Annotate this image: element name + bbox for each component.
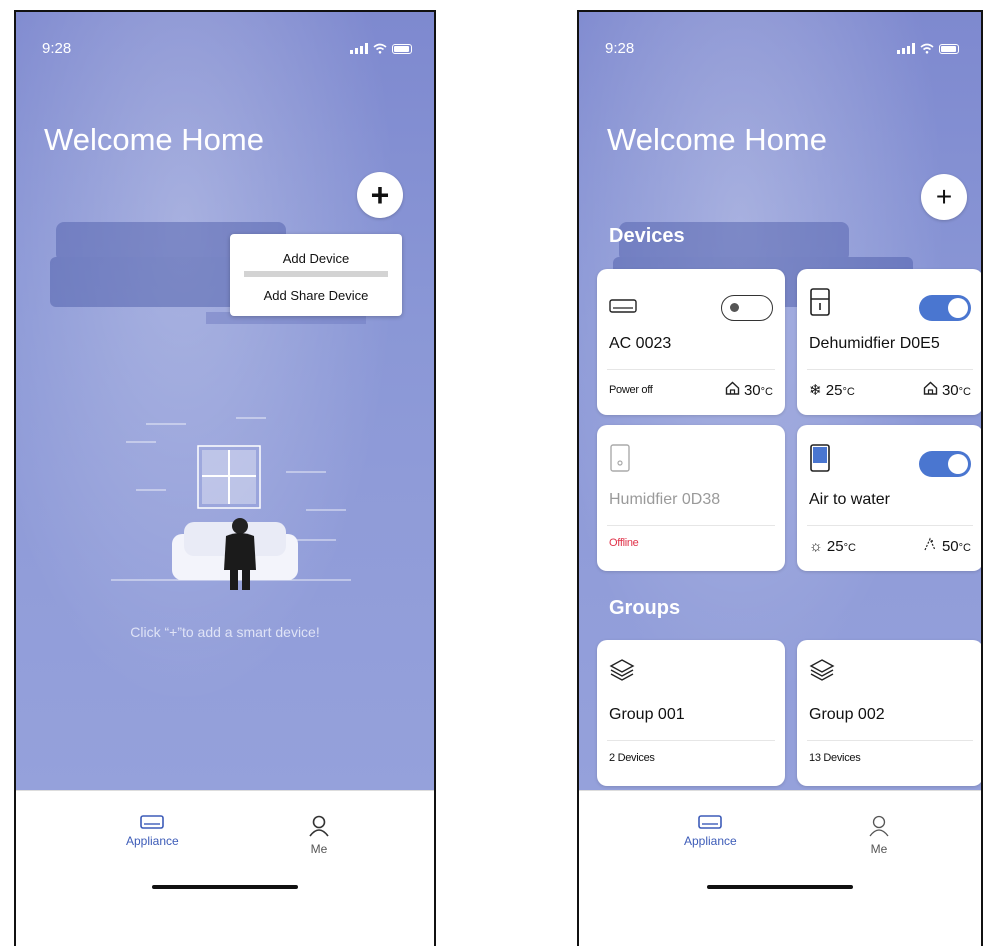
layers-icon	[809, 659, 835, 681]
power-toggle[interactable]	[919, 295, 971, 321]
device-name: Humidfier 0D38	[609, 491, 721, 508]
humidifier-icon	[610, 444, 630, 472]
page-title: Welcome Home	[44, 122, 264, 157]
empty-state-illustration	[111, 417, 351, 590]
device-card-ac[interactable]: AC 0023 Power off 30°C	[597, 269, 785, 415]
status-bar: 9:28	[605, 40, 959, 57]
group-card[interactable]: Group 001 2 Devices	[597, 640, 785, 786]
set-temperature: ❄ 25°C	[809, 382, 855, 399]
group-device-count: 2 Devices	[609, 752, 655, 764]
card-divider	[807, 525, 973, 526]
tab-appliance-label: Appliance	[126, 834, 179, 848]
person-icon	[869, 815, 889, 837]
battery-icon	[392, 43, 412, 54]
home-icon	[923, 381, 937, 395]
home-screen-background: 9:28 Welcome Home + Add Device Add Share…	[16, 12, 434, 790]
power-toggle[interactable]	[721, 295, 773, 321]
group-device-count: 13 Devices	[809, 752, 861, 764]
tab-me[interactable]: Me	[869, 815, 889, 856]
water-temperature: 50°C	[922, 537, 971, 555]
phone-screen-devices: 9:28 Welcome Home + Devices AC 0023 Powe…	[577, 10, 983, 946]
plus-icon: +	[935, 181, 953, 212]
device-status: Offline	[609, 537, 639, 549]
menu-item-add-share-device[interactable]: Add Share Device	[230, 288, 402, 303]
device-name: Dehumidfier D0E5	[809, 335, 940, 352]
status-time: 9:28	[605, 40, 635, 57]
signal-icon	[897, 43, 915, 54]
tab-appliance-label: Appliance	[684, 834, 737, 848]
add-button[interactable]: +	[921, 174, 967, 220]
status-icons	[350, 43, 412, 54]
device-card-air-to-water[interactable]: Air to water ☼ 25°C 50°C	[797, 425, 981, 571]
device-status: Power off	[609, 384, 653, 396]
phone-screen-empty: 9:28 Welcome Home + Add Device Add Share…	[14, 10, 436, 946]
device-status-row: Power off 30°C	[609, 381, 773, 399]
sun-icon: ☼	[809, 537, 823, 555]
add-menu: Add Device Add Share Device	[230, 234, 402, 316]
device-name: Air to water	[809, 491, 890, 508]
battery-icon	[939, 43, 959, 54]
indoor-temperature: 30°C	[923, 381, 971, 399]
card-divider	[607, 740, 775, 741]
person-icon	[309, 815, 329, 837]
power-toggle[interactable]	[919, 451, 971, 477]
tab-appliance[interactable]: Appliance	[126, 815, 179, 848]
dehumidifier-icon	[810, 288, 830, 316]
group-name: Group 001	[609, 706, 685, 723]
home-indicator	[152, 885, 298, 889]
status-time: 9:28	[42, 40, 72, 57]
appliance-icon	[698, 815, 723, 829]
tab-me[interactable]: Me	[309, 815, 329, 856]
home-icon	[725, 381, 739, 395]
device-card-humidifier[interactable]: Humidfier 0D38 Offline	[597, 425, 785, 571]
set-temperature: ☼ 25°C	[809, 537, 856, 555]
ac-unit-icon	[609, 299, 637, 313]
card-divider	[807, 740, 973, 741]
wifi-icon	[920, 43, 934, 54]
home-screen-background: 9:28 Welcome Home + Devices AC 0023 Powe…	[579, 12, 981, 790]
group-count-row: 2 Devices	[609, 752, 773, 764]
card-divider	[807, 369, 973, 370]
groups-heading: Groups	[609, 597, 681, 619]
tab-bar: Appliance Me	[579, 790, 981, 909]
menu-item-add-device[interactable]: Add Device	[230, 251, 402, 266]
device-status-row: Offline	[609, 537, 773, 549]
device-status-row: ❄ 25°C 30°C	[809, 381, 971, 399]
appliance-icon	[140, 815, 165, 829]
tab-bar: Appliance Me	[16, 790, 434, 909]
device-card-dehumidifier[interactable]: Dehumidfier D0E5 ❄ 25°C 30°C	[797, 269, 981, 415]
tab-me-label: Me	[870, 842, 888, 856]
devices-heading: Devices	[609, 225, 685, 247]
page-title: Welcome Home	[607, 122, 827, 157]
menu-divider	[244, 271, 388, 277]
tab-appliance[interactable]: Appliance	[684, 815, 737, 848]
layers-icon	[609, 659, 635, 681]
heat-pump-icon	[810, 444, 830, 472]
wifi-icon	[373, 43, 387, 54]
group-name: Group 002	[809, 706, 885, 723]
device-name: AC 0023	[609, 335, 672, 352]
home-indicator	[707, 885, 853, 889]
indoor-temperature: 30°C	[725, 381, 773, 399]
group-card[interactable]: Group 002 13 Devices	[797, 640, 981, 786]
group-count-row: 13 Devices	[809, 752, 971, 764]
snowflake-icon: ❄	[809, 382, 822, 399]
status-icons	[897, 43, 959, 54]
signal-icon	[350, 43, 368, 54]
water-icon	[924, 537, 936, 551]
tab-me-label: Me	[310, 842, 328, 856]
add-button[interactable]: +	[357, 172, 403, 218]
plus-icon: +	[370, 176, 390, 213]
card-divider	[607, 369, 775, 370]
card-divider	[607, 525, 775, 526]
status-bar: 9:28	[42, 40, 412, 57]
empty-state-hint: Click “+”to add a smart device!	[130, 624, 320, 640]
device-status-row: ☼ 25°C 50°C	[809, 537, 971, 556]
